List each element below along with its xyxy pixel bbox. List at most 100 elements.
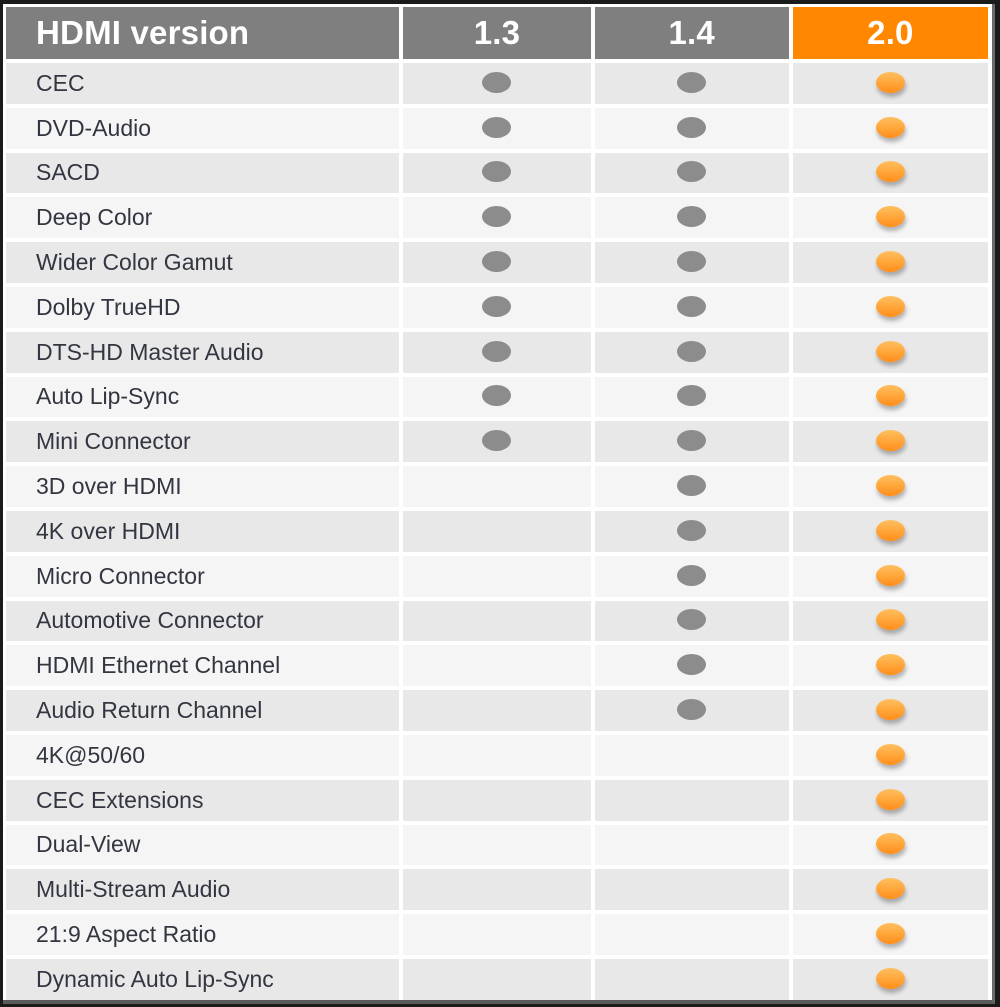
orange-dot-icon — [875, 833, 905, 855]
support-cell-1-4 — [594, 376, 789, 418]
hdmi-version-comparison-table: HDMI version 1.3 1.4 2.0 CEC DVD-Audio SAC… — [2, 3, 992, 1004]
gray-dot-icon — [677, 206, 707, 228]
support-cell-2-0 — [792, 734, 988, 776]
support-cell-2-0 — [792, 107, 988, 149]
support-cell-1-4 — [594, 690, 789, 731]
orange-dot-icon — [875, 385, 905, 407]
orange-dot-icon — [875, 564, 905, 586]
support-cell-2-0 — [792, 286, 988, 328]
orange-dot-icon — [875, 609, 905, 631]
feature-name: DVD-Audio — [6, 107, 400, 149]
table-row: Mini Connector — [6, 421, 988, 463]
support-cell-1-4 — [594, 645, 789, 687]
orange-dot-icon — [875, 654, 905, 676]
feature-name: Auto Lip-Sync — [6, 376, 400, 418]
gray-dot-icon — [482, 161, 512, 183]
gray-dot-icon — [677, 609, 707, 631]
support-cell-1-4 — [594, 63, 789, 104]
support-cell-1-3 — [403, 958, 591, 1000]
header-version-2-0: 2.0 — [792, 7, 988, 59]
support-cell-1-3 — [403, 107, 591, 149]
feature-name: 21:9 Aspect Ratio — [6, 914, 400, 955]
header-row: HDMI version 1.3 1.4 2.0 — [6, 7, 988, 59]
support-cell-1-3 — [403, 286, 591, 328]
orange-dot-icon — [875, 71, 905, 93]
support-cell-2-0 — [792, 555, 988, 597]
support-cell-1-4 — [594, 600, 789, 642]
table-row: Multi-Stream Audio — [6, 869, 988, 911]
support-cell-1-3 — [403, 690, 591, 731]
orange-dot-icon — [875, 788, 905, 810]
gray-dot-icon — [677, 295, 707, 317]
gray-dot-icon — [677, 564, 707, 586]
orange-dot-icon — [875, 743, 905, 765]
feature-name: HDMI Ethernet Channel — [6, 645, 400, 687]
table-row: HDMI Ethernet Channel — [6, 645, 988, 687]
table-row: 21:9 Aspect Ratio — [6, 914, 988, 955]
support-cell-1-4 — [594, 286, 789, 328]
feature-name: 4K over HDMI — [6, 510, 400, 552]
comparison-panel: HDMI version 1.3 1.4 2.0 CEC DVD-Audio SAC… — [3, 4, 995, 1004]
gray-dot-icon — [482, 340, 512, 362]
feature-name: 3D over HDMI — [6, 466, 400, 507]
gray-dot-icon — [677, 71, 707, 93]
orange-dot-icon — [875, 519, 905, 541]
feature-name: Deep Color — [6, 197, 400, 239]
support-cell-1-3 — [403, 645, 591, 687]
orange-dot-icon — [875, 923, 905, 945]
support-cell-2-0 — [792, 152, 988, 194]
orange-dot-icon — [875, 430, 905, 452]
support-cell-1-3 — [403, 734, 591, 776]
table-row: Micro Connector — [6, 555, 988, 597]
orange-dot-icon — [875, 475, 905, 497]
table-row: Dynamic Auto Lip-Sync — [6, 958, 988, 1000]
support-cell-1-3 — [403, 152, 591, 194]
table-row: SACD — [6, 152, 988, 194]
support-cell-2-0 — [792, 690, 988, 731]
support-cell-2-0 — [792, 376, 988, 418]
support-cell-2-0 — [792, 331, 988, 373]
table-row: Deep Color — [6, 197, 988, 239]
orange-dot-icon — [875, 967, 905, 989]
table-row: CEC — [6, 63, 988, 104]
gray-dot-icon — [677, 699, 707, 721]
support-cell-1-3 — [403, 824, 591, 866]
gray-dot-icon — [677, 161, 707, 183]
support-cell-2-0 — [792, 197, 988, 239]
feature-name: Audio Return Channel — [6, 690, 400, 731]
support-cell-1-3 — [403, 600, 591, 642]
support-cell-1-3 — [403, 466, 591, 507]
orange-dot-icon — [875, 340, 905, 362]
orange-dot-icon — [875, 116, 905, 138]
feature-name: Micro Connector — [6, 555, 400, 597]
table-row: Audio Return Channel — [6, 690, 988, 731]
table-row: Auto Lip-Sync — [6, 376, 988, 418]
feature-name: SACD — [6, 152, 400, 194]
table-row: 4K over HDMI — [6, 510, 988, 552]
feature-name: Mini Connector — [6, 421, 400, 463]
feature-name: Dynamic Auto Lip-Sync — [6, 958, 400, 1000]
feature-name: Dual-View — [6, 824, 400, 866]
support-cell-1-4 — [594, 779, 789, 821]
support-cell-1-4 — [594, 466, 789, 507]
orange-dot-icon — [875, 878, 905, 900]
support-cell-2-0 — [792, 824, 988, 866]
table-row: CEC Extensions — [6, 779, 988, 821]
support-cell-2-0 — [792, 510, 988, 552]
table-row: DTS-HD Master Audio — [6, 331, 988, 373]
feature-name: Multi-Stream Audio — [6, 869, 400, 911]
support-cell-2-0 — [792, 958, 988, 1000]
header-feature-label: HDMI version — [6, 7, 400, 59]
support-cell-1-3 — [403, 63, 591, 104]
support-cell-1-4 — [594, 197, 789, 239]
gray-dot-icon — [482, 251, 512, 273]
support-cell-1-4 — [594, 510, 789, 552]
table-row: Dual-View — [6, 824, 988, 866]
support-cell-2-0 — [792, 466, 988, 507]
support-cell-2-0 — [792, 421, 988, 463]
feature-name: CEC Extensions — [6, 779, 400, 821]
gray-dot-icon — [482, 295, 512, 317]
support-cell-2-0 — [792, 645, 988, 687]
gray-dot-icon — [482, 430, 512, 452]
gray-dot-icon — [677, 519, 707, 541]
